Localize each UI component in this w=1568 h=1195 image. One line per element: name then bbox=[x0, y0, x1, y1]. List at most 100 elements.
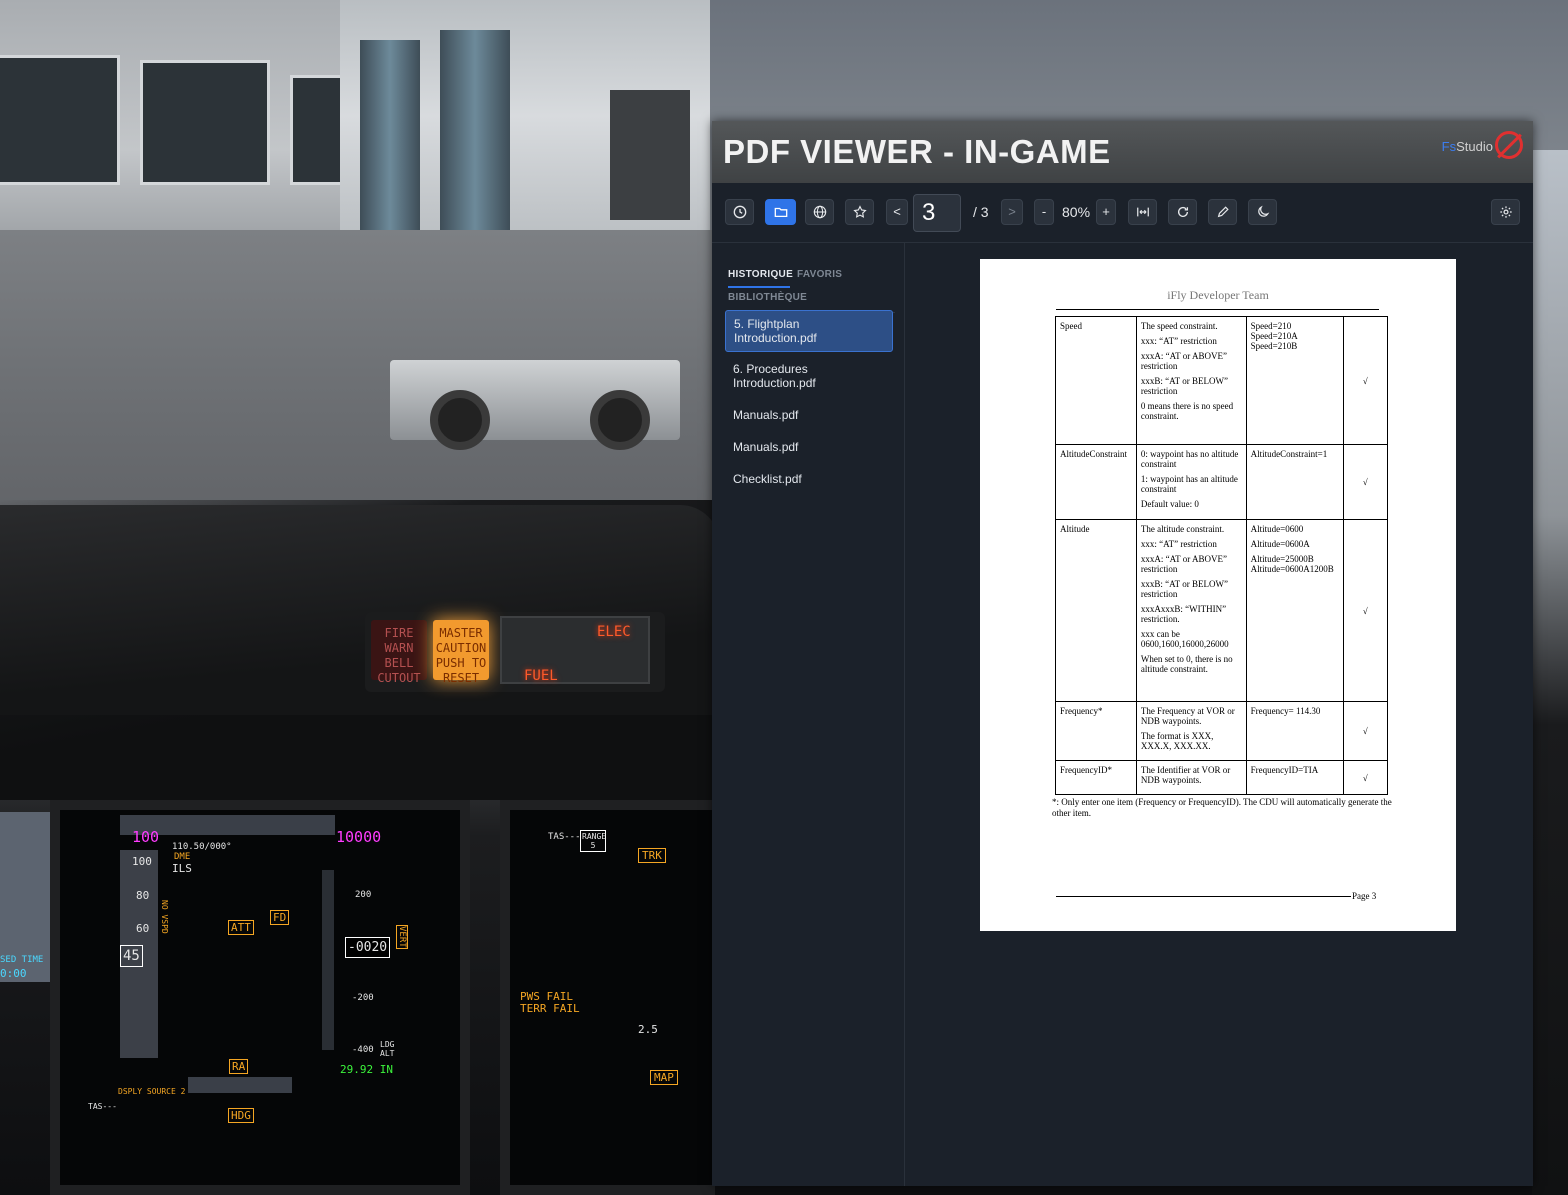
param-desc-line: 1: waypoint has an altitude constraint bbox=[1140, 474, 1238, 494]
header-rule bbox=[1056, 309, 1379, 310]
history-button[interactable] bbox=[725, 199, 754, 225]
tab-bibliotheque[interactable]: BIBLIOTHÈQUE bbox=[728, 292, 807, 303]
speed-readout: 45 bbox=[120, 945, 143, 967]
elapsed-time-label: SED TIME bbox=[0, 955, 44, 965]
fire-warn-button[interactable]: FIRE WARN BELL CUTOUT bbox=[371, 620, 427, 685]
param-desc-line: When set to 0, there is no altitude cons… bbox=[1140, 654, 1233, 674]
param-name-cell: Altitude bbox=[1055, 519, 1137, 702]
param-desc-line: The altitude constraint. bbox=[1140, 524, 1225, 534]
ils-label: ILS bbox=[172, 862, 192, 875]
jet-bridge-glass bbox=[360, 40, 420, 230]
param-desc-line: The speed constraint. bbox=[1140, 321, 1218, 331]
jet-bridge-door bbox=[610, 90, 690, 220]
viewer-titlebar[interactable]: PDF VIEWER - IN-GAME FsStudio bbox=[712, 121, 1533, 183]
globe-icon bbox=[813, 205, 826, 219]
param-example-cell: AltitudeConstraint=1 bbox=[1245, 444, 1344, 520]
param-example-line: Altitude=25000B Altitude=0600A1200B bbox=[1250, 554, 1334, 574]
viewer-title: PDF VIEWER - IN-GAME bbox=[723, 133, 1111, 170]
annotate-button[interactable] bbox=[1208, 199, 1237, 225]
favorite-button[interactable] bbox=[845, 199, 874, 225]
file-item[interactable]: 5. Flightplan Introduction.pdf bbox=[725, 310, 893, 352]
param-example-line: Altitude=0600 bbox=[1250, 524, 1304, 534]
zoom-in-button[interactable]: + bbox=[1096, 199, 1116, 225]
param-desc-line: 0: waypoint has no altitude constraint bbox=[1140, 449, 1239, 469]
ils-frequency: 110.50/000° bbox=[172, 842, 232, 852]
moon-icon bbox=[1257, 205, 1269, 217]
next-page-button[interactable]: > bbox=[1001, 199, 1023, 225]
master-caution-button[interactable]: MASTER CAUTION PUSH TO RESET bbox=[433, 620, 489, 685]
document-area[interactable]: iFly Developer Team Speed The speed const… bbox=[906, 243, 1533, 1186]
rotate-button[interactable] bbox=[1168, 199, 1197, 225]
param-desc-line: xxxA: “AT or ABOVE” restriction bbox=[1140, 554, 1227, 574]
param-desc-line: xxx can be 0600,1600,16000,26000 bbox=[1140, 629, 1229, 649]
brand-label: FsStudio bbox=[1442, 139, 1493, 154]
param-desc-line: 0 means there is no speed constraint. bbox=[1140, 401, 1234, 421]
tab-favoris[interactable]: FAVORIS bbox=[797, 269, 842, 280]
param-example-cell: Altitude=0600 Altitude=0600A Altitude=2500… bbox=[1245, 519, 1344, 702]
pencil-icon bbox=[1217, 206, 1229, 218]
no-vspd-flag: NO VSPD bbox=[160, 900, 169, 934]
file-item[interactable]: 6. Procedures Introduction.pdf bbox=[725, 356, 893, 396]
terr-fail-flag: TERR FAIL bbox=[520, 1002, 580, 1015]
table-row: AltitudeConstraint 0: waypoint has no alt… bbox=[1055, 444, 1389, 520]
settings-button[interactable] bbox=[1491, 199, 1520, 225]
page-number-input[interactable] bbox=[913, 194, 961, 232]
page-header: iFly Developer Team bbox=[1167, 288, 1269, 302]
alt-bug-readout: 10000 bbox=[336, 828, 382, 846]
vert-flag: VERT bbox=[396, 925, 408, 949]
speed-tick: 80 bbox=[136, 889, 150, 902]
param-desc-cell: The speed constraint. xxx: “AT” restricti… bbox=[1135, 316, 1247, 445]
param-desc-line: Default value: 0 bbox=[1140, 499, 1199, 509]
file-item[interactable]: Manuals.pdf bbox=[725, 402, 893, 428]
web-button[interactable] bbox=[805, 199, 834, 225]
param-example-cell: Frequency= 114.30 bbox=[1245, 701, 1344, 761]
zoom-level: 80% bbox=[1062, 204, 1091, 220]
prev-page-button[interactable]: < bbox=[886, 199, 908, 225]
alt-tick: 200 bbox=[355, 890, 372, 900]
param-desc-line: xxxB: “AT or BELOW” restriction bbox=[1140, 579, 1228, 599]
gear-icon bbox=[1499, 206, 1512, 218]
param-example-line: FrequencyID=TIA bbox=[1250, 765, 1319, 775]
jet-bridge-glass bbox=[440, 30, 510, 230]
table-footnote: *: Only enter one item (Frequency or Fre… bbox=[1052, 797, 1392, 818]
trk-flag: TRK bbox=[638, 848, 666, 863]
zoom-out-button[interactable]: - bbox=[1034, 199, 1054, 225]
ldg-alt-label: LDG ALT bbox=[380, 1040, 395, 1058]
param-desc-cell: The altitude constraint. xxx: “AT” restri… bbox=[1135, 519, 1247, 702]
master-warning-panel: FIRE WARN BELL CUTOUT MASTER CAUTION PUS… bbox=[365, 612, 665, 692]
pfd-tas: TAS--- bbox=[88, 1102, 117, 1111]
param-example-line: AltitudeConstraint=1 bbox=[1250, 449, 1328, 459]
map-flag: MAP bbox=[650, 1070, 678, 1085]
fit-width-icon bbox=[1136, 207, 1149, 217]
folder-icon bbox=[774, 207, 787, 218]
speed-bug-readout: 100 bbox=[132, 828, 160, 846]
page-total: / 3 bbox=[973, 204, 989, 220]
ra-flag: RA bbox=[229, 1059, 249, 1074]
param-desc-cell: The Identifier at VOR or NDB waypoints. bbox=[1135, 760, 1247, 795]
fit-width-button[interactable] bbox=[1128, 199, 1157, 225]
ground-cart bbox=[390, 360, 680, 450]
speed-tick: 60 bbox=[136, 922, 150, 935]
brand-name: Studio bbox=[1456, 139, 1493, 154]
parameter-table-body: Speed The speed constraint. xxx: “AT” rest… bbox=[1055, 316, 1389, 795]
alt-tick: -200 bbox=[352, 993, 374, 1003]
altitude-readout: -0020 bbox=[345, 937, 391, 958]
file-item[interactable]: Manuals.pdf bbox=[725, 434, 893, 460]
brand-prefix: Fs bbox=[1441, 139, 1457, 154]
tab-historique[interactable]: HISTORIQUE bbox=[728, 269, 793, 280]
elec-annunciator: ELEC bbox=[597, 624, 631, 640]
file-sidebar: HISTORIQUE FAVORIS BIBLIOTHÈQUE 5. Fligh… bbox=[712, 243, 905, 1186]
file-item[interactable]: Checklist.pdf bbox=[725, 466, 893, 492]
page-number-label: Page 3 bbox=[1352, 891, 1377, 901]
param-check-cell: √ bbox=[1342, 444, 1389, 520]
clock-icon bbox=[733, 205, 746, 219]
star-icon bbox=[852, 205, 867, 218]
param-name-cell: Speed bbox=[1055, 316, 1137, 445]
night-mode-button[interactable] bbox=[1248, 199, 1277, 225]
param-name-cell: AltitudeConstraint bbox=[1055, 444, 1137, 520]
brand-logo-icon bbox=[1495, 131, 1523, 159]
viewer-toolbar: < / 3 > - 80% + bbox=[712, 183, 1533, 243]
param-check-cell: √ bbox=[1342, 519, 1389, 702]
param-desc-line: The Frequency at VOR or NDB waypoints. bbox=[1140, 706, 1235, 726]
open-file-button[interactable] bbox=[765, 199, 796, 225]
